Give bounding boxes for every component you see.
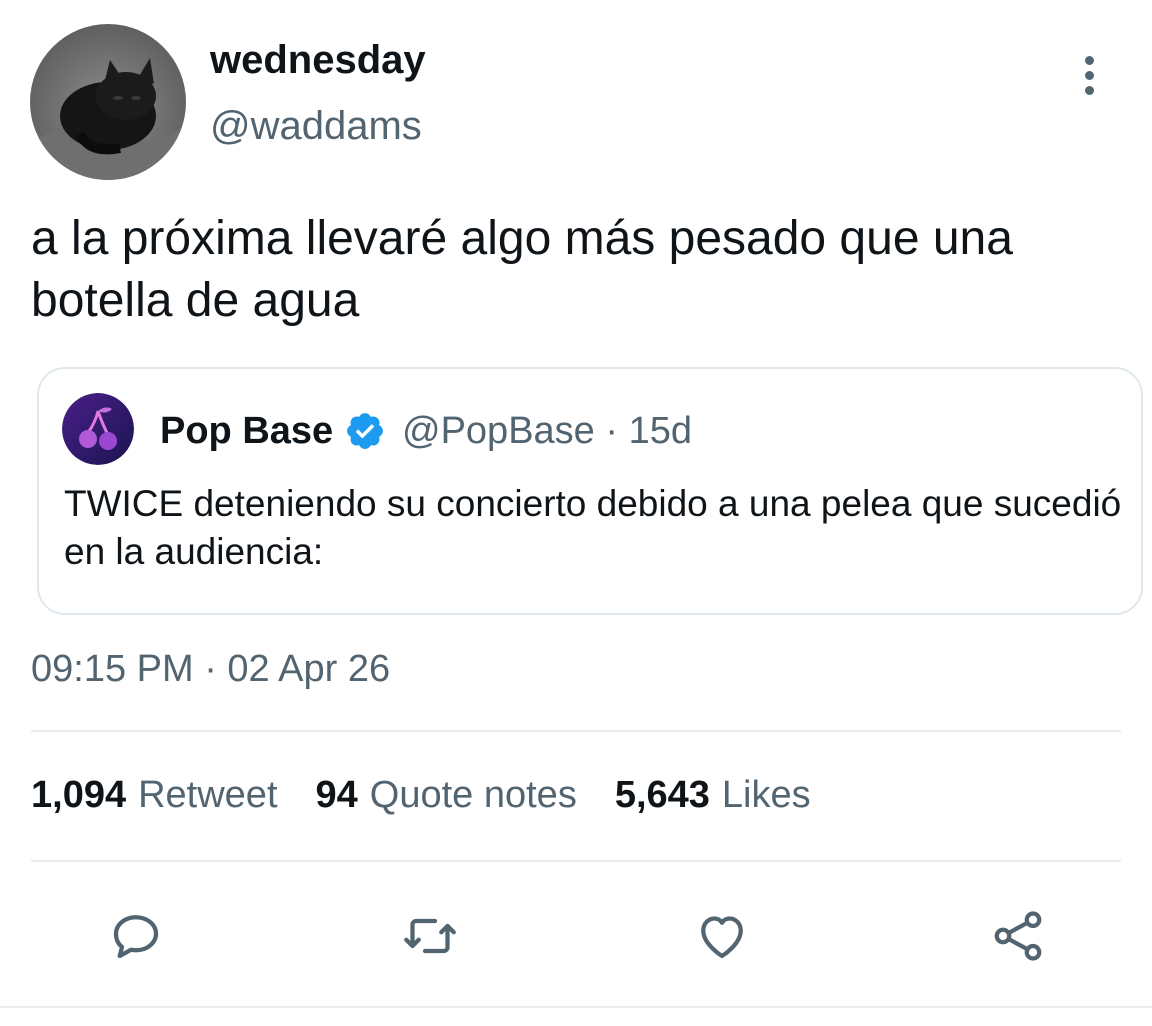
- divider: [31, 730, 1121, 732]
- like-button[interactable]: [690, 904, 754, 968]
- tweet-text: a la próxima llevaré algo más pesado que…: [31, 212, 1013, 327]
- engagement-stats: 1,094 Retweet 94 Quote notes 5,643 Likes: [31, 774, 849, 817]
- like-count[interactable]: 5,643 Likes: [615, 774, 811, 817]
- quote-handle-time: @PopBase · 15d: [402, 410, 692, 452]
- stat-label: Retweet: [138, 774, 278, 816]
- reply-button[interactable]: [104, 904, 168, 968]
- cat-avatar-image: [30, 24, 186, 180]
- author-display-name[interactable]: wednesday: [210, 38, 426, 83]
- more-dot: [1084, 85, 1094, 95]
- author-handle[interactable]: @waddams: [210, 104, 422, 149]
- verified-badge-icon: [344, 410, 386, 452]
- quote-author-name[interactable]: Pop Base: [160, 410, 333, 453]
- stat-label: Quote notes: [369, 774, 577, 816]
- quote-count[interactable]: 94 Quote notes: [316, 774, 577, 817]
- divider: [31, 860, 1121, 862]
- stat-number: 94: [315, 774, 358, 816]
- divider: [0, 1006, 1152, 1008]
- reply-icon: [113, 915, 159, 959]
- heart-icon: [701, 916, 743, 959]
- retweet-button[interactable]: [398, 904, 462, 968]
- more-vertical-icon: [1084, 55, 1094, 65]
- more-options-button[interactable]: [1066, 50, 1112, 100]
- author-avatar[interactable]: [30, 24, 186, 180]
- share-icon: [994, 911, 1042, 961]
- retweet-count[interactable]: 1,094 Retweet: [31, 774, 278, 817]
- stat-number: 1,094: [31, 774, 127, 816]
- stat-number: 5,643: [614, 774, 710, 816]
- share-button[interactable]: [986, 904, 1050, 968]
- more-dot: [1084, 70, 1094, 80]
- cherry-logo-icon: [62, 393, 134, 465]
- retweet-icon: [404, 918, 456, 954]
- stat-label: Likes: [721, 774, 811, 816]
- quote-author-avatar[interactable]: [62, 393, 134, 465]
- tweet-timestamp[interactable]: 09:15 PM · 02 Apr 26: [31, 648, 390, 691]
- quote-text: TWICE deteniendo su concierto debido a u…: [64, 483, 1122, 572]
